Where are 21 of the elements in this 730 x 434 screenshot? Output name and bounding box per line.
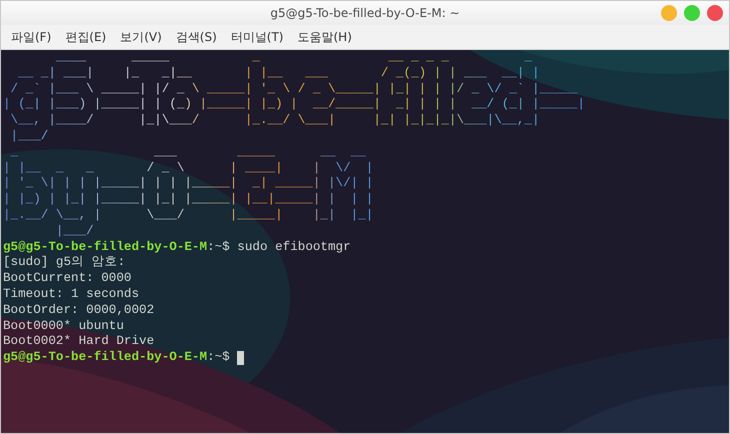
prompt-user-host: g5@g5-To-be-filled-by-O-E-M xyxy=(3,350,208,366)
menu-item[interactable]: 파일(F) xyxy=(5,28,60,46)
prompt-path: :~$ xyxy=(207,350,230,366)
prompt-path: :~$ xyxy=(207,240,230,256)
output-line: [sudo] g5의 암호: xyxy=(3,255,126,272)
minimize-button[interactable] xyxy=(661,5,677,21)
window-title: g5@g5-To-be-filled-by-O-E-M: ~ xyxy=(270,6,460,20)
output-line: Boot0002* Hard Drive xyxy=(3,334,154,350)
output-line: BootOrder: 0000,0002 xyxy=(3,302,154,319)
command-text: sudo efibootmgr xyxy=(237,240,351,256)
menu-item[interactable]: 검색(S) xyxy=(170,28,225,46)
maximize-button[interactable] xyxy=(684,5,700,21)
output-line: BootCurrent: 0000 xyxy=(3,271,132,287)
close-button[interactable] xyxy=(707,5,723,21)
menu-item[interactable]: 터미널(T) xyxy=(224,28,292,46)
prompt-user-host: g5@g5-To-be-filled-by-O-E-M xyxy=(3,240,208,256)
menu-item[interactable]: 편집(E) xyxy=(59,28,114,46)
output-line: Boot0000* ubuntu xyxy=(3,318,124,334)
menu-item[interactable]: 보기(V) xyxy=(114,28,170,46)
menu-item[interactable]: 도움말(H) xyxy=(291,28,360,46)
output-line: Timeout: 1 seconds xyxy=(3,286,140,303)
